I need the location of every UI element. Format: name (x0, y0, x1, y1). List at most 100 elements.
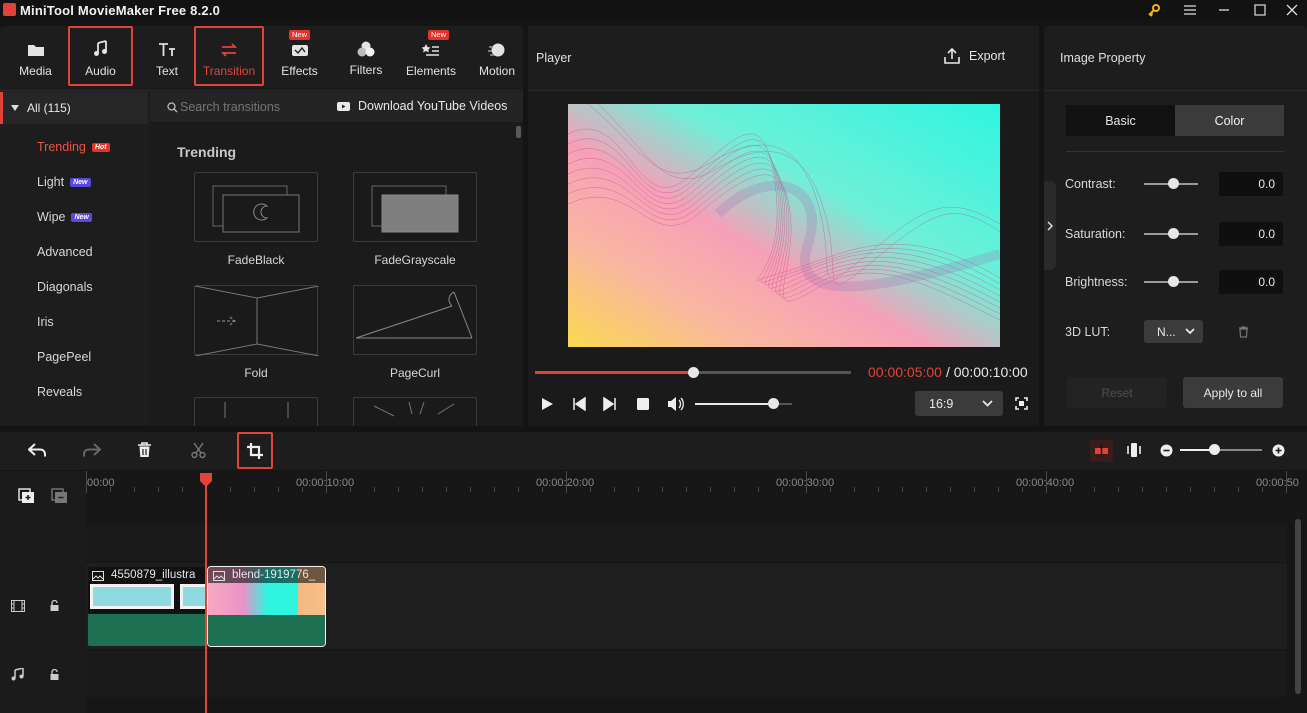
transition-thumb-fadeblack[interactable] (194, 172, 318, 242)
ruler-label: 00:00:40:00 (1016, 477, 1075, 489)
collapse-panel-handle[interactable] (1044, 181, 1056, 270)
video-preview[interactable] (567, 103, 1002, 347)
saturation-handle[interactable] (1168, 228, 1179, 239)
zoom-handle[interactable] (1209, 444, 1220, 455)
ruler-tick (1142, 487, 1143, 492)
scrollbar-thumb[interactable] (516, 126, 521, 138)
timeline-clip-selected[interactable]: blend-1919776_ (207, 566, 326, 647)
image-clip-icon (92, 571, 104, 581)
tab-transition[interactable]: Transition (194, 26, 264, 86)
minimize-button[interactable] (1206, 0, 1242, 20)
timeline-scrollbar[interactable] (1295, 519, 1301, 694)
category-advanced[interactable]: Advanced (37, 245, 93, 259)
lock-icon[interactable] (50, 669, 59, 680)
maximize-button[interactable] (1242, 0, 1278, 20)
playhead[interactable] (205, 481, 207, 713)
thumbnail-frame (180, 584, 206, 609)
volume-slider[interactable] (695, 398, 792, 409)
tab-transition-label: Transition (202, 64, 256, 78)
category-label: PagePeel (37, 350, 92, 364)
zoom-in-icon[interactable] (1272, 444, 1285, 457)
tab-elements[interactable]: New Elements (403, 26, 459, 86)
brightness-value-field[interactable]: 0.0 (1219, 270, 1283, 294)
menu-icon[interactable] (1172, 0, 1208, 20)
previous-frame-icon[interactable] (572, 397, 586, 411)
stop-icon[interactable] (637, 398, 649, 410)
search-input[interactable] (180, 98, 320, 116)
snap-button[interactable] (1090, 440, 1113, 462)
saturation-slider[interactable] (1144, 228, 1198, 239)
reset-button[interactable]: Reset (1067, 377, 1167, 408)
category-reveals[interactable]: Reveals (37, 385, 82, 399)
play-icon[interactable] (541, 397, 554, 411)
remove-track-icon[interactable] (51, 488, 68, 504)
tab-color[interactable]: Color (1175, 105, 1284, 136)
brightness-slider[interactable] (1144, 276, 1198, 287)
tab-filters[interactable]: Filters (340, 26, 392, 86)
zoom-slider[interactable] (1180, 444, 1262, 455)
lock-icon[interactable] (50, 600, 59, 611)
apply-to-all-button[interactable]: Apply to all (1183, 377, 1283, 408)
category-diagonals[interactable]: Diagonals (37, 280, 93, 294)
transition-thumb-fadegrayscale[interactable] (353, 172, 477, 242)
tab-basic[interactable]: Basic (1066, 105, 1175, 136)
contrast-value-field[interactable]: 0.0 (1219, 172, 1283, 196)
tab-text[interactable]: Text (142, 26, 192, 86)
key-icon[interactable] (1136, 0, 1172, 20)
category-pagepeel[interactable]: PagePeel (37, 350, 91, 364)
ruler-tick (854, 487, 855, 492)
undo-icon[interactable] (28, 443, 47, 458)
close-button[interactable] (1274, 0, 1307, 20)
add-track-icon[interactable] (18, 488, 35, 504)
category-trending[interactable]: Trending Hot (37, 140, 110, 154)
download-youtube-button[interactable]: Download YouTube Videos (337, 99, 507, 113)
audio-track[interactable] (86, 651, 1287, 697)
category-wipe[interactable]: Wipe New (37, 210, 92, 224)
ruler-tick (1118, 487, 1119, 492)
ruler-tick (1166, 487, 1167, 492)
tab-audio[interactable]: Audio (68, 26, 133, 86)
ruler-tick (926, 487, 927, 492)
saturation-value-field[interactable]: 0.0 (1219, 222, 1283, 246)
transition-thumb-fold[interactable] (194, 285, 320, 357)
reset-label: Reset (1101, 385, 1133, 400)
category-all[interactable]: All (115) (0, 92, 148, 124)
text-icon (159, 43, 175, 56)
timeline-clip[interactable]: 4550879_illustra (88, 567, 206, 646)
seek-handle[interactable] (688, 367, 699, 378)
scissors-icon[interactable] (191, 442, 206, 459)
tab-media[interactable]: Media (8, 26, 63, 86)
music-note-icon (93, 40, 107, 56)
category-light[interactable]: Light New (37, 175, 91, 189)
tab-motion[interactable]: Motion (472, 26, 522, 86)
split-view-icon[interactable] (1126, 442, 1142, 458)
brightness-handle[interactable] (1168, 276, 1179, 287)
ruler-label: 00:00:20:00 (536, 477, 595, 489)
crop-button[interactable] (237, 432, 273, 469)
volume-handle[interactable] (767, 398, 779, 409)
export-button[interactable]: Export (944, 48, 1005, 64)
lut-select[interactable]: N... (1144, 320, 1203, 343)
transition-thumb-partial[interactable] (353, 397, 477, 426)
transition-thumb-pagecurl[interactable] (353, 285, 477, 355)
redo-icon[interactable] (82, 443, 101, 458)
next-frame-icon[interactable] (603, 397, 617, 411)
new-badge: New (289, 30, 311, 40)
contrast-slider[interactable] (1144, 178, 1198, 189)
zoom-out-icon[interactable] (1160, 444, 1173, 457)
contrast-handle[interactable] (1168, 178, 1179, 189)
transition-thumb-partial[interactable] (194, 397, 318, 426)
seek-bar[interactable] (535, 367, 851, 378)
main-toolbar: Media Audio Text Transition New Effects (0, 26, 523, 91)
category-iris[interactable]: Iris (37, 315, 54, 329)
trash-icon[interactable] (1238, 326, 1249, 338)
playhead-handle-icon[interactable] (200, 473, 212, 487)
time-ruler[interactable]: 00:00 00:00:10:00 00:00:20:00 00:00:30:0… (86, 471, 1307, 521)
volume-icon[interactable] (667, 396, 684, 412)
fullscreen-icon[interactable] (1015, 397, 1028, 410)
ruler-tick (398, 487, 399, 492)
tab-effects[interactable]: New Effects (272, 26, 327, 86)
aspect-ratio-select[interactable]: 16:9 (915, 391, 1003, 416)
empty-track[interactable] (86, 523, 1287, 562)
delete-icon[interactable] (137, 442, 152, 458)
